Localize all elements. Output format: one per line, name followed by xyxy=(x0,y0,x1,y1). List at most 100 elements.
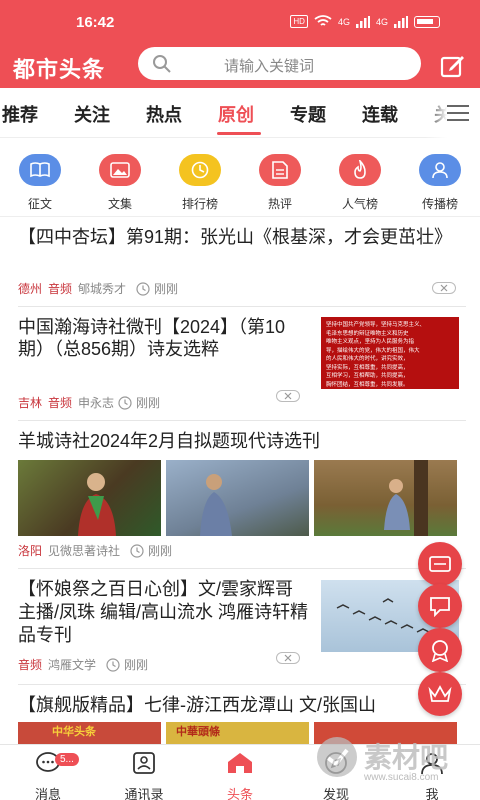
article-meta: 洛阳 见微思著诗社 刚刚 xyxy=(18,542,172,559)
category-popularity[interactable]: 人气榜 xyxy=(330,154,390,212)
tab-recommend[interactable]: 推荐 xyxy=(2,101,38,127)
signal-4g-1: 4G xyxy=(337,16,350,27)
article-photo-1: 中华头条 xyxy=(18,722,161,744)
category-hot-comments[interactable]: 热评 xyxy=(250,154,310,212)
float-ticket-button[interactable] xyxy=(418,542,462,586)
thumb-line: 胸怀团结，互相尊重，共同发展。 xyxy=(326,381,409,388)
close-icon xyxy=(284,392,292,400)
category-spread[interactable]: 传播榜 xyxy=(410,154,470,212)
dismiss-button[interactable] xyxy=(276,652,300,664)
close-icon xyxy=(440,284,448,292)
float-chat-button[interactable] xyxy=(418,584,462,628)
tab-original[interactable]: 原创 xyxy=(218,101,254,127)
thumb-text: 中華頭條 xyxy=(176,726,220,738)
clock-icon xyxy=(130,543,144,558)
battery-icon xyxy=(414,15,440,28)
article-meta: 德州 音频 郇城秀才 刚刚 xyxy=(18,280,178,297)
float-crown-button[interactable] xyxy=(418,672,462,716)
search-icon xyxy=(153,55,171,73)
article-item[interactable]: 【四中杏坛】第91期：张光山《根基深，才会更茁壮》 德州 音频 郇城秀才 刚刚 xyxy=(0,226,480,306)
medal-icon xyxy=(431,640,449,662)
article-time: 刚刚 xyxy=(136,396,161,410)
status-icons: HD 4G 4G xyxy=(290,15,440,28)
article-photo-3 xyxy=(314,460,457,536)
article-item[interactable]: 羊城诗社2024年2月自拟题现代诗选刊 洛阳 见微思著诗社 刚刚 xyxy=(0,430,480,560)
thumb-line: 毛泽东思想的辩证唯物主义和历史 xyxy=(326,330,409,337)
app-title: 都市头条 xyxy=(13,57,106,82)
thumb-line: 坚持实际，互相尊重，共同提高， xyxy=(326,364,409,371)
nav-headlines[interactable]: 头条 xyxy=(200,751,280,800)
article-title: 羊城诗社2024年2月自拟题现代诗选刊 xyxy=(18,431,321,451)
tab-topic[interactable]: 专题 xyxy=(290,101,326,127)
book-icon xyxy=(19,154,61,186)
float-medal-button[interactable] xyxy=(418,628,462,672)
article-source: 郇城秀才 xyxy=(78,282,127,296)
category-collection[interactable]: 文集 xyxy=(90,154,150,212)
home-icon xyxy=(228,753,252,773)
thumb-text: 中华头条 xyxy=(52,726,96,738)
article-title: 中国瀚海诗社微刊【2024】（第10期）（总856期）诗友选粹 xyxy=(18,317,286,359)
image-icon xyxy=(99,154,141,186)
article-location: 吉林 xyxy=(18,396,43,410)
article-title: 【旗舰版精品】七律-游江西龙潭山 文/张国山 xyxy=(18,695,376,715)
article-photo-2 xyxy=(166,460,309,536)
people-icon xyxy=(419,154,461,186)
dismiss-button[interactable] xyxy=(432,282,456,294)
tab-hot[interactable]: 热点 xyxy=(146,101,182,127)
article-source: 申永志 xyxy=(78,396,115,410)
article-photo-1 xyxy=(18,460,161,536)
search-input[interactable]: 请输入关键词 xyxy=(138,47,421,80)
watermark: 素材吧 www.sucai8.com xyxy=(312,728,480,800)
article-thumbnail: 坚持中国共产党领导，坚持马克思主义、 毛泽东思想的辩证唯物主义和历史 唯物主义观… xyxy=(321,317,459,389)
clock-icon xyxy=(136,281,150,296)
divider xyxy=(18,420,466,421)
flame-icon xyxy=(339,154,381,186)
article-meta: 吉林 音频 申永志 刚刚 xyxy=(18,394,160,411)
search-placeholder: 请输入关键词 xyxy=(224,58,315,75)
wifi-icon xyxy=(314,15,332,26)
dismiss-button[interactable] xyxy=(276,390,300,402)
nav-label: 消息 xyxy=(34,787,61,800)
app-bar: 都市头条 请输入关键词 xyxy=(0,44,480,88)
watermark-logo xyxy=(317,737,357,777)
document-icon xyxy=(259,154,301,186)
article-photo-2: 中華頭條 xyxy=(166,722,309,744)
divider xyxy=(18,684,466,685)
tab-serial[interactable]: 连载 xyxy=(362,101,398,127)
article-location: 洛阳 xyxy=(18,544,43,558)
status-bar: 16:42 HD 4G 4G xyxy=(0,0,480,44)
close-icon xyxy=(284,654,292,662)
category-essay[interactable]: 征文 xyxy=(10,154,70,212)
unread-badge: 5... xyxy=(55,753,79,766)
divider xyxy=(0,216,480,217)
article-item[interactable]: 中国瀚海诗社微刊【2024】（第10期）（总856期）诗友选粹 吉林 音频 申永… xyxy=(0,316,480,416)
category-label: 文集 xyxy=(107,197,132,211)
menu-icon[interactable] xyxy=(447,104,469,122)
edit-icon[interactable] xyxy=(440,54,466,78)
channel-tabs: 推荐 关注 热点 原创 专题 连载 关 xyxy=(0,88,480,138)
divider xyxy=(18,306,466,307)
article-item[interactable]: 【怀娘祭之百日心创】文/雲家辉哥 主播/凤珠 编辑/高山流水 鸿雁诗轩精品专刊 … xyxy=(0,578,480,678)
category-ranking[interactable]: 排行榜 xyxy=(170,154,230,212)
article-meta: 音频 鸿雁文学 刚刚 xyxy=(18,656,148,673)
article-source: 鸿雁文学 xyxy=(48,658,97,672)
signal-icon-2 xyxy=(394,15,408,28)
nav-messages[interactable]: 消息 5... xyxy=(8,751,88,800)
article-time: 刚刚 xyxy=(148,544,173,558)
ticket-icon xyxy=(429,556,451,572)
tab-follow[interactable]: 关注 xyxy=(74,101,110,127)
watermark-url: www.sucai8.com xyxy=(364,772,439,783)
hd-badge: HD xyxy=(290,15,308,28)
divider xyxy=(18,568,466,569)
thumb-line: 坚持中国共产党领导，坚持马克思主义、 xyxy=(326,322,426,328)
nav-contacts[interactable]: 通讯录 xyxy=(104,751,184,800)
category-label: 传播榜 xyxy=(421,197,458,211)
article-time: 刚刚 xyxy=(154,282,179,296)
active-tab-indicator xyxy=(217,132,261,135)
category-label: 热评 xyxy=(267,197,292,211)
audio-tag: 音频 xyxy=(48,396,73,410)
status-time: 16:42 xyxy=(76,14,115,31)
clock-icon xyxy=(106,657,120,672)
nav-label: 通讯录 xyxy=(124,787,164,800)
thumb-line: 的人民和伟大的时代，讲究实效， xyxy=(326,356,409,362)
